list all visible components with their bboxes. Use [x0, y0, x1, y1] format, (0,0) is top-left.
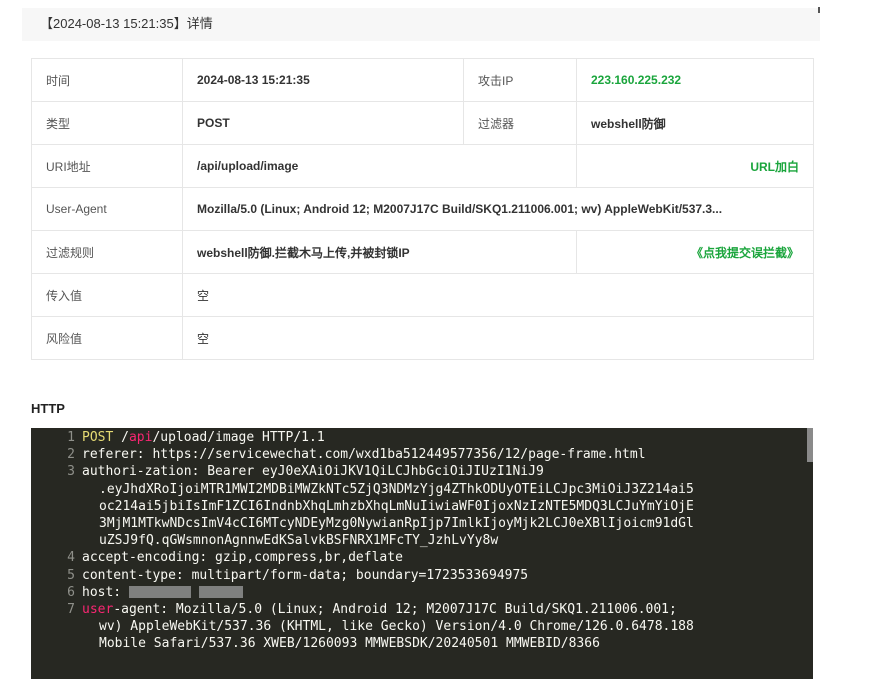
rule-value: webshell防御.拦截木马上传,并被封锁IP — [182, 230, 577, 274]
line-number: 2 — [67, 447, 75, 463]
http-method: POST — [82, 430, 114, 445]
code-line: 2 referer: https://servicewechat.com/wxd… — [31, 446, 813, 463]
code-line-wrap: wv) AppleWebKit/537.36 (KHTML, like Geck… — [31, 618, 813, 635]
code-text: 3MjM1MTkwNDcsImV4cCI6MTcyNDEyMzg0NywianR… — [99, 516, 694, 532]
code-line-wrap: .eyJhdXRoIjoiMTR1MWI2MDBiMWZkNTc5ZjQ3NDM… — [31, 481, 813, 498]
page-header: 【2024-08-13 15:21:35】详情 — [22, 8, 820, 41]
code-line: 3 authori-zation: Bearer eyJ0eXAiOiJKV1Q… — [31, 463, 813, 480]
code-line: 7 user-agent: Mozilla/5.0 (Linux; Androi… — [31, 601, 813, 618]
uri-label: URI地址 — [31, 144, 183, 188]
code-line-wrap: uZSJ9fQ.qGWsmnonAgnnwEdKSalvkBSFNRX1MFcT… — [31, 532, 813, 549]
redacted-mask — [128, 586, 191, 599]
table-row: 传入值 空 — [31, 273, 814, 317]
table-row: 类型 POST 过滤器 webshell防御 — [31, 101, 814, 145]
code-text: referer: https://servicewechat.com/wxd1b… — [82, 447, 646, 463]
code-line: 5 content-type: multipart/form-data; bou… — [31, 567, 813, 584]
ua-key: user — [82, 602, 114, 618]
risk-label: 风险值 — [31, 316, 183, 360]
code-text: oc214ai5jbiIsImF1ZCI6IndnbXhqLmhzbXhqLmN… — [99, 498, 694, 514]
filter-label: 过滤器 — [463, 101, 577, 145]
code-line: 4 accept-encoding: gzip,compress,br,defl… — [31, 549, 813, 566]
type-value: POST — [182, 101, 464, 145]
attack-ip-label: 攻击IP — [463, 58, 577, 102]
uri-value: /api/upload/image — [182, 144, 577, 188]
code-text: wv) AppleWebKit/537.36 (KHTML, like Geck… — [99, 619, 694, 635]
report-false-block-link[interactable]: 《点我提交误拦截》 — [576, 230, 814, 274]
code-line-wrap: oc214ai5jbiIsImF1ZCI6IndnbXhqLmhzbXhqLmN… — [31, 498, 813, 515]
detail-table: 时间 2024-08-13 15:21:35 攻击IP 223.160.225.… — [31, 58, 814, 360]
path-rest: /upload/image HTTP/1.1 — [152, 430, 325, 445]
type-label: 类型 — [31, 101, 183, 145]
table-row: 过滤规则 webshell防御.拦截木马上传,并被封锁IP 《点我提交误拦截》 — [31, 230, 814, 274]
line-number: 1 — [67, 430, 75, 445]
attack-ip-value: 223.160.225.232 — [576, 58, 814, 102]
code-line: 6 host: — [31, 584, 813, 601]
redacted-mask — [198, 586, 243, 599]
code-text: uZSJ9fQ.qGWsmnonAgnnwEdKSalvkBSFNRX1MFcT… — [99, 533, 499, 549]
input-value: 空 — [182, 273, 814, 317]
ua-text: -agent: Mozilla/5.0 (Linux; Android 12; … — [113, 602, 677, 618]
corner-mark — [818, 7, 820, 13]
code-text: host: — [82, 584, 243, 601]
page-title: 【2024-08-13 15:21:35】详情 — [40, 16, 213, 31]
http-section-title: HTTP — [31, 401, 65, 416]
host-key: host: — [82, 584, 129, 600]
input-label: 传入值 — [31, 273, 183, 317]
code-text: POST /api/upload/image HTTP/1.1 — [82, 429, 325, 446]
code-line: 1 POST /api/upload/image HTTP/1.1 — [31, 429, 813, 446]
time-value: 2024-08-13 15:21:35 — [182, 58, 464, 102]
http-code-block[interactable]: 1 POST /api/upload/image HTTP/1.1 2 refe… — [31, 428, 813, 679]
path-api: api — [128, 430, 153, 445]
line-number: 7 — [67, 602, 75, 618]
risk-value: 空 — [182, 316, 814, 360]
line-number: 3 — [67, 464, 75, 480]
path-sep: / — [113, 430, 129, 445]
line-number: 5 — [67, 567, 75, 583]
ua-label: User-Agent — [31, 187, 183, 231]
code-text: user-agent: Mozilla/5.0 (Linux; Android … — [82, 601, 677, 618]
table-row: URI地址 /api/upload/image URL加白 — [31, 144, 814, 188]
rule-label: 过滤规则 — [31, 230, 183, 274]
filter-value: webshell防御 — [576, 101, 814, 145]
line-number: 4 — [67, 550, 75, 566]
code-line-wrap: 3MjM1MTkwNDcsImV4cCI6MTcyNDEyMzg0NywianR… — [31, 515, 813, 532]
line-number: 6 — [67, 584, 75, 600]
code-text: content-type: multipart/form-data; bound… — [82, 567, 529, 583]
table-row: 时间 2024-08-13 15:21:35 攻击IP 223.160.225.… — [31, 58, 814, 102]
table-row: User-Agent Mozilla/5.0 (Linux; Android 1… — [31, 187, 814, 231]
code-text: authori-zation: Bearer eyJ0eXAiOiJKV1QiL… — [82, 464, 544, 480]
code-text: accept-encoding: gzip,compress,br,deflat… — [82, 550, 403, 566]
ua-value: Mozilla/5.0 (Linux; Android 12; M2007J17… — [182, 187, 814, 231]
code-line-wrap: Mobile Safari/537.36 XWEB/1260093 MMWEBS… — [31, 635, 813, 652]
scrollbar-thumb[interactable] — [807, 428, 813, 462]
time-label: 时间 — [31, 58, 183, 102]
code-text: Mobile Safari/537.36 XWEB/1260093 MMWEBS… — [99, 636, 600, 652]
code-text: .eyJhdXRoIjoiMTR1MWI2MDBiMWZkNTc5ZjQ3NDM… — [99, 481, 694, 497]
url-whitelist-link[interactable]: URL加白 — [576, 144, 814, 188]
table-row: 风险值 空 — [31, 316, 814, 360]
